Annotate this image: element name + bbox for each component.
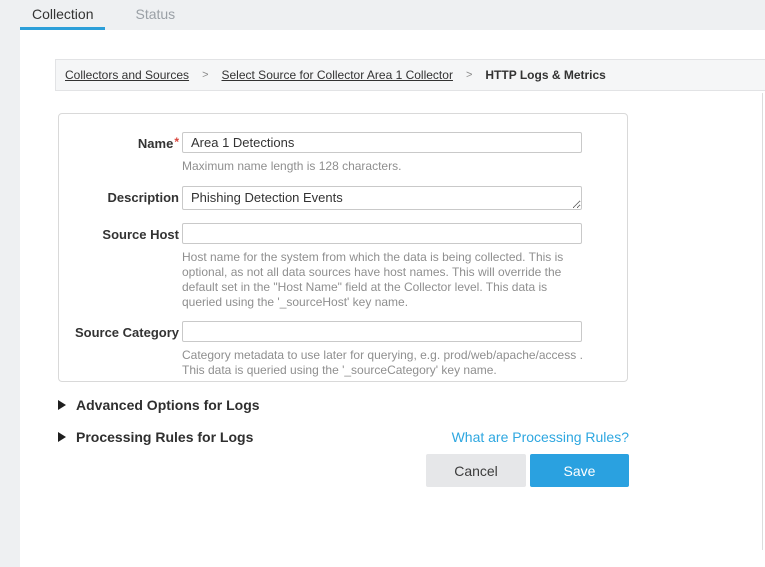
name-label-text: Name [138,136,173,151]
tab-collection[interactable]: Collection [20,0,105,30]
name-field-row: Name* Maximum name length is 128 charact… [59,132,627,174]
processing-rules-row: Processing Rules for Logs What are Proce… [58,429,629,445]
breadcrumb-separator: > [202,69,208,81]
required-asterisk: * [174,135,179,149]
source-category-input[interactable] [182,321,582,342]
source-host-input[interactable] [182,223,582,244]
scrollbar[interactable] [762,93,763,550]
triangle-right-icon [58,400,66,410]
breadcrumb-link-collectors-and-sources[interactable]: Collectors and Sources [65,68,189,82]
description-field-row: Description Phishing Detection Events [59,186,627,215]
advanced-options-label: Advanced Options for Logs [76,397,260,413]
name-help-text: Maximum name length is 128 characters. [182,159,584,174]
source-category-label: Source Category [59,321,179,378]
section-advanced-options-toggle[interactable]: Advanced Options for Logs [58,397,260,413]
advanced-options-row: Advanced Options for Logs [58,397,629,413]
source-host-label: Source Host [59,223,179,310]
source-host-help-text: Host name for the system from which the … [182,250,584,310]
source-category-help-text: Category metadata to use later for query… [182,348,584,378]
tab-bar: Collection Status [0,0,765,30]
breadcrumb-separator: > [466,69,472,81]
processing-rules-label: Processing Rules for Logs [76,429,253,445]
breadcrumb-link-select-source[interactable]: Select Source for Collector Area 1 Colle… [222,68,453,82]
tab-collection-label: Collection [32,6,93,22]
section-processing-rules-toggle[interactable]: Processing Rules for Logs [58,429,253,445]
name-label: Name* [59,132,179,174]
left-gutter [0,30,20,567]
triangle-right-icon [58,432,66,442]
tab-status-label: Status [135,6,175,22]
tab-status[interactable]: Status [123,0,187,30]
source-category-field-row: Source Category Category metadata to use… [59,321,627,378]
source-host-field-row: Source Host Host name for the system fro… [59,223,627,310]
description-textarea[interactable]: Phishing Detection Events [182,186,582,210]
what-are-processing-rules-link[interactable]: What are Processing Rules? [452,429,629,445]
save-button[interactable]: Save [530,454,629,487]
cancel-button[interactable]: Cancel [426,454,526,487]
breadcrumb: Collectors and Sources > Select Source f… [55,59,765,91]
breadcrumb-current-page: HTTP Logs & Metrics [485,68,605,82]
page: Collection Status Collectors and Sources… [0,0,765,567]
source-config-form: Name* Maximum name length is 128 charact… [58,113,628,382]
name-input[interactable] [182,132,582,153]
description-label: Description [59,186,179,215]
form-actions: Cancel Save [58,454,629,487]
